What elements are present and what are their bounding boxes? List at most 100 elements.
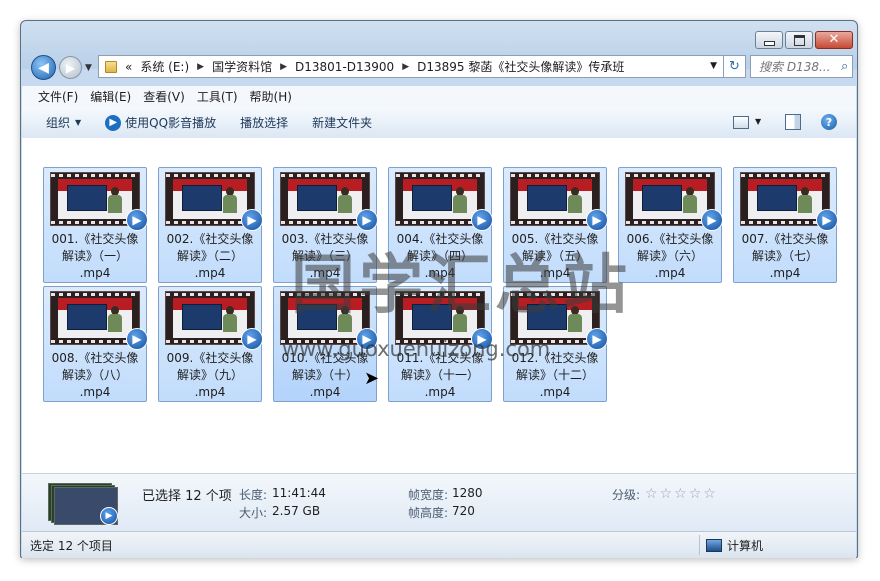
- computer-icon: [706, 539, 722, 552]
- file-name-line: 003.《社交头像: [281, 232, 369, 246]
- file-name-line: 解读》（十）: [291, 368, 358, 382]
- breadcrumb-folder-1[interactable]: 国学资料馆: [212, 58, 272, 75]
- maximize-button[interactable]: [785, 31, 813, 49]
- close-button[interactable]: ✕: [815, 31, 853, 49]
- file-item[interactable]: ▶ 006.《社交头像 解读》（六） .mp4: [618, 167, 723, 283]
- qq-player-icon: ▶: [100, 507, 118, 525]
- chevron-down-icon: ▼: [75, 118, 82, 127]
- file-name-line: 002.《社交头像: [166, 232, 254, 246]
- address-dropdown-icon[interactable]: ▼: [710, 61, 717, 71]
- file-name-line: 解读》（四）: [406, 249, 473, 263]
- breadcrumb-drive[interactable]: 系统 (E:): [140, 58, 189, 75]
- file-extension: .mp4: [424, 266, 456, 280]
- back-button[interactable]: ◀: [31, 55, 56, 80]
- qq-player-icon: ▶: [471, 328, 493, 350]
- breadcrumb-separator-icon[interactable]: ▶: [197, 62, 204, 72]
- file-name-line: 解读》（一）: [61, 249, 128, 263]
- qq-player-icon: ▶: [356, 209, 378, 231]
- history-dropdown[interactable]: ▼: [85, 63, 92, 73]
- file-name-line: 010.《社交头像: [281, 351, 369, 365]
- file-item[interactable]: ▶ 002.《社交头像 解读》（二） .mp4: [158, 167, 263, 283]
- rating-star-icon[interactable]: ☆: [689, 486, 704, 502]
- menu-help[interactable]: 帮助(H): [250, 88, 292, 105]
- qq-player-icon: ▶: [105, 114, 122, 131]
- file-name-line: 005.《社交头像: [511, 232, 599, 246]
- file-name: 007.《社交头像 解读》（七） .mp4: [736, 231, 834, 282]
- file-extension: .mp4: [424, 385, 456, 399]
- file-name-line: 012.《社交头像: [511, 351, 599, 365]
- file-name-line: 解读》（三）: [291, 249, 358, 263]
- play-selection-button[interactable]: 播放选择: [240, 114, 288, 131]
- minimize-button[interactable]: [755, 31, 783, 49]
- file-extension: .mp4: [194, 266, 226, 280]
- play-qq-label: 使用QQ影音播放: [125, 116, 217, 130]
- frame-height-value: 720: [452, 504, 475, 518]
- refresh-button[interactable]: ↻: [724, 55, 746, 78]
- view-options-chevron-icon[interactable]: ▼: [755, 117, 761, 126]
- forward-arrow-icon: ▶: [65, 60, 76, 75]
- file-name-line: 011.《社交头像: [396, 351, 484, 365]
- length-label: 长度:: [239, 488, 268, 502]
- play-qq-button[interactable]: ▶ 使用QQ影音播放: [105, 114, 216, 131]
- breadcrumb-folder-3[interactable]: D13895 黎菡《社交头像解读》传承班: [417, 58, 624, 75]
- file-name: 009.《社交头像 解读》（九） .mp4: [161, 350, 259, 401]
- qq-player-icon: ▶: [471, 209, 493, 231]
- file-extension: .mp4: [539, 266, 571, 280]
- rating-star-icon[interactable]: ☆: [674, 486, 689, 502]
- file-name: 002.《社交头像 解读》（二） .mp4: [161, 231, 259, 282]
- file-item[interactable]: ▶ 008.《社交头像 解读》（八） .mp4: [43, 286, 148, 402]
- organize-button[interactable]: 组织 ▼: [46, 114, 81, 131]
- file-item[interactable]: ▶ 010.《社交头像 解读》（十） .mp4: [273, 286, 378, 402]
- file-item[interactable]: ▶ 004.《社交头像 解读》（四） .mp4: [388, 167, 493, 283]
- file-name-line: 解读》（八）: [61, 368, 128, 382]
- qq-player-icon: ▶: [586, 328, 608, 350]
- menu-view[interactable]: 查看(V): [143, 88, 185, 105]
- preview-pane-icon[interactable]: [785, 114, 801, 130]
- frame-width-label: 帧宽度:: [408, 488, 449, 502]
- breadcrumb-folder-2[interactable]: D13801-D13900: [295, 60, 394, 74]
- rating-star-icon[interactable]: ☆: [645, 486, 660, 502]
- frame-height-label: 帧高度:: [408, 506, 449, 520]
- forward-button[interactable]: ▶: [59, 56, 82, 79]
- rating-stars[interactable]: ☆☆☆☆☆: [645, 486, 718, 502]
- file-name-line: 解读》（九）: [176, 368, 243, 382]
- search-icon[interactable]: ⌕: [841, 59, 848, 74]
- status-divider: [699, 535, 700, 555]
- help-icon[interactable]: ?: [821, 114, 837, 130]
- file-item[interactable]: ▶ 009.《社交头像 解读》（九） .mp4: [158, 286, 263, 402]
- file-item[interactable]: ▶ 001.《社交头像 解读》（一） .mp4: [43, 167, 148, 283]
- folder-icon: [105, 60, 117, 73]
- maximize-icon: [793, 34, 805, 46]
- file-name: 008.《社交头像 解读》（八） .mp4: [46, 350, 144, 401]
- file-extension: .mp4: [79, 266, 111, 280]
- address-bar[interactable]: « 系统 (E:) ▶ 国学资料馆 ▶ D13801-D13900 ▶ D138…: [98, 55, 724, 78]
- menu-tools[interactable]: 工具(T): [197, 88, 238, 105]
- breadcrumb-separator-icon[interactable]: ▶: [280, 62, 287, 72]
- length-value: 11:41:44: [272, 486, 326, 500]
- change-view-icon[interactable]: [733, 116, 749, 129]
- search-box[interactable]: ⌕: [750, 55, 853, 78]
- file-name: 001.《社交头像 解读》（一） .mp4: [46, 231, 144, 282]
- file-name: 005.《社交头像 解读》（五） .mp4: [506, 231, 604, 282]
- file-name-line: 008.《社交头像: [51, 351, 139, 365]
- qq-player-icon: ▶: [241, 209, 263, 231]
- search-input[interactable]: [757, 58, 841, 75]
- file-item[interactable]: ▶ 012.《社交头像 解读》（十二） .mp4: [503, 286, 608, 402]
- breadcrumb-separator-icon[interactable]: ▶: [402, 62, 409, 72]
- file-name: 011.《社交头像 解读》（十一） .mp4: [391, 350, 489, 401]
- rating-star-icon[interactable]: ☆: [703, 486, 718, 502]
- file-name-line: 009.《社交头像: [166, 351, 254, 365]
- rating-star-icon[interactable]: ☆: [660, 486, 675, 502]
- menu-edit[interactable]: 编辑(E): [90, 88, 131, 105]
- selection-count: 已选择 12 个项: [142, 489, 232, 504]
- file-name-line: 解读》（六）: [636, 249, 703, 263]
- menu-file[interactable]: 文件(F): [38, 88, 78, 105]
- file-item[interactable]: ▶ 003.《社交头像 解读》（三） .mp4: [273, 167, 378, 283]
- breadcrumb-overflow[interactable]: «: [125, 60, 132, 74]
- new-folder-button[interactable]: 新建文件夹: [312, 114, 372, 131]
- file-item[interactable]: ▶ 005.《社交头像 解读》（五） .mp4: [503, 167, 608, 283]
- file-extension: .mp4: [309, 266, 341, 280]
- file-item[interactable]: ▶ 011.《社交头像 解读》（十一） .mp4: [388, 286, 493, 402]
- file-item[interactable]: ▶ 007.《社交头像 解读》（七） .mp4: [733, 167, 838, 283]
- status-computer-label: 计算机: [727, 539, 764, 553]
